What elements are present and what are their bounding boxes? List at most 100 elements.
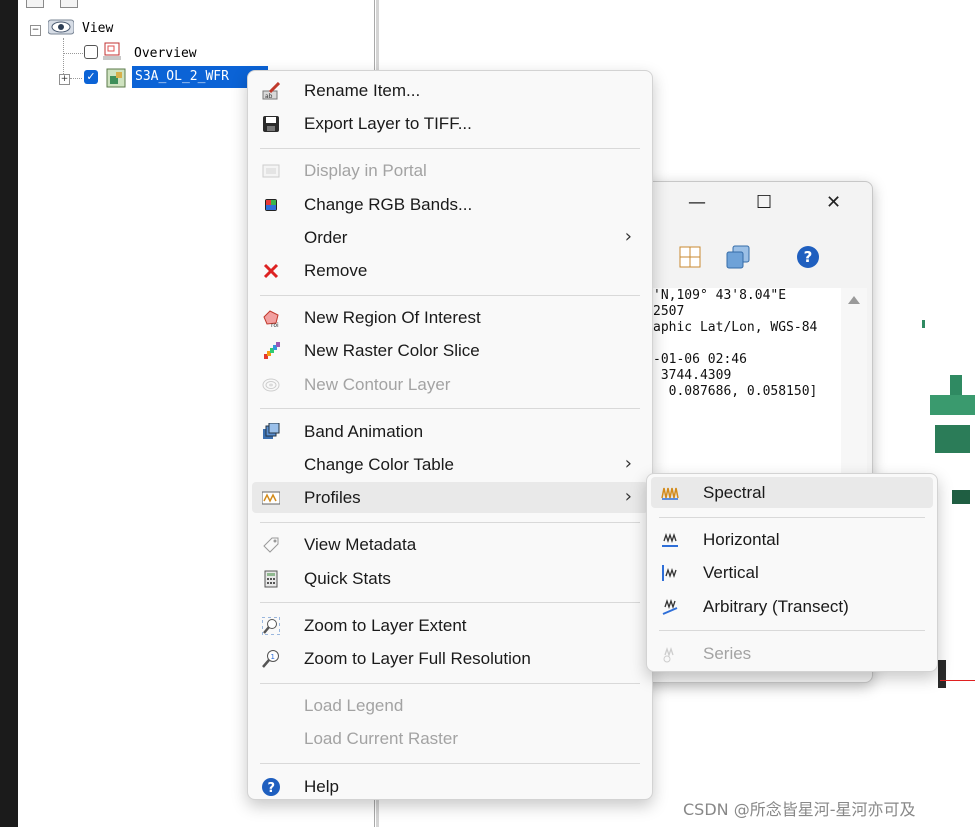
close-button[interactable]: ✕: [826, 192, 841, 213]
menu-item-arbitrary-transect[interactable]: Arbitrary (Transect): [651, 591, 933, 622]
menu-item-label: Export Layer to TIFF...: [304, 114, 472, 134]
menu-item-remove[interactable]: Remove: [252, 255, 648, 286]
menu-item-spectral[interactable]: Spectral: [651, 477, 933, 508]
menu-item-label: Profiles: [304, 488, 361, 508]
spectral-icon: [661, 484, 679, 502]
overview-checkbox[interactable]: [84, 45, 98, 59]
map-pixel: [935, 425, 970, 453]
menu-separator: [260, 682, 640, 684]
menu-separator: [260, 763, 640, 765]
menu-item-change-color-table[interactable]: Change Color Table ›: [252, 449, 648, 480]
tree-line: [63, 53, 83, 54]
cursor-value-line: 3744.4309: [653, 368, 732, 383]
help-icon[interactable]: ?: [797, 246, 819, 268]
layer-checkbox[interactable]: ✓: [84, 70, 98, 84]
overview-label[interactable]: Overview: [134, 46, 197, 61]
menu-item-display-in-portal: Display in Portal: [252, 155, 648, 186]
zoom-full-res-icon: 1: [262, 650, 280, 668]
color-slice-icon: [262, 342, 280, 360]
chevron-right-icon: ›: [624, 225, 632, 247]
menu-item-view-metadata[interactable]: View Metadata: [252, 529, 648, 560]
menu-item-vertical[interactable]: Vertical: [651, 557, 933, 588]
calculator-icon: [262, 570, 280, 588]
help-icon: ?: [262, 777, 280, 796]
scroll-up-icon[interactable]: [848, 296, 860, 304]
svg-text:ab: ab: [265, 93, 273, 100]
menu-item-label: Zoom to Layer Full Resolution: [304, 649, 531, 668]
menu-item-label: Load Legend: [304, 696, 404, 716]
menu-separator: [260, 147, 640, 149]
cursor-value-line: aphic Lat/Lon, WGS-84: [653, 320, 818, 335]
rgb-bands-icon: [262, 196, 280, 214]
menu-item-quick-stats[interactable]: Quick Stats: [252, 563, 648, 594]
menu-item-label: Display in Portal: [304, 161, 427, 181]
cursor-value-line: 0.087686, 0.058150]: [653, 384, 818, 399]
layers-icon[interactable]: [725, 244, 751, 270]
collapse-icon[interactable]: −: [30, 25, 41, 36]
rename-icon: ab: [262, 81, 281, 100]
menu-item-horizontal[interactable]: Horizontal: [651, 524, 933, 555]
minimize-button[interactable]: —: [688, 192, 706, 213]
remove-x-icon: [262, 262, 280, 280]
svg-text:1: 1: [271, 653, 275, 661]
maximize-button[interactable]: ☐: [756, 192, 772, 213]
layer-context-menu: ab Rename Item... Export Layer to TIFF... D…: [247, 70, 653, 800]
menu-item-change-rgb-bands[interactable]: Change RGB Bands...: [252, 189, 648, 220]
profiles-icon: [261, 489, 281, 507]
raster-layer-icon: [106, 68, 126, 88]
menu-item-label: Help: [304, 776, 339, 796]
contour-icon: [262, 376, 280, 394]
menu-item-label: New Region Of Interest: [304, 308, 481, 328]
menu-item-label: New Contour Layer: [304, 374, 451, 394]
cursor-value-line: 'N,109° 43'8.04"E: [653, 288, 787, 303]
menu-item-new-region-of-interest[interactable]: roi New Region Of Interest: [252, 302, 648, 333]
transect-icon: [661, 598, 679, 616]
menu-item-label: View Metadata: [304, 535, 417, 555]
menu-item-label: Vertical: [703, 563, 759, 583]
menu-item-rename-item[interactable]: ab Rename Item...: [252, 75, 648, 106]
band-animation-icon: [262, 422, 280, 441]
menu-item-label: Zoom to Layer Extent: [304, 615, 467, 635]
map-pixel: [922, 320, 925, 328]
menu-item-label: Quick Stats: [304, 568, 391, 588]
tree-toolbar-button[interactable]: [60, 0, 78, 8]
chevron-right-icon: ›: [624, 486, 632, 508]
map-cursor-line: [940, 680, 975, 681]
menu-item-load-current-raster: Load Current Raster: [252, 723, 648, 754]
menu-item-new-contour-layer: New Contour Layer: [252, 369, 648, 400]
menu-item-series: Series: [651, 638, 933, 669]
menu-item-label: Change RGB Bands...: [304, 194, 473, 214]
expand-icon[interactable]: +: [59, 74, 70, 85]
window-left-edge: [0, 0, 18, 827]
tree-toolbar-button[interactable]: [26, 0, 44, 8]
menu-item-load-legend: Load Legend: [252, 690, 648, 721]
menu-item-export-layer-to-tiff[interactable]: Export Layer to TIFF...: [252, 108, 648, 139]
menu-separator: [260, 294, 640, 296]
menu-item-label: Arbitrary (Transect): [703, 596, 849, 616]
cursor-value-line: 2507: [653, 304, 685, 319]
svg-text:?: ?: [268, 781, 276, 796]
vertical-profile-icon: [661, 564, 679, 582]
watermark-text: CSDN @所念皆星河-星河亦可及: [683, 800, 916, 819]
menu-item-zoom-to-layer-full-resolution[interactable]: 1 Zoom to Layer Full Resolution: [252, 643, 648, 674]
menu-item-label: Order: [304, 227, 348, 247]
grid-icon[interactable]: [679, 246, 701, 268]
menu-separator: [260, 602, 640, 604]
menu-item-order[interactable]: Order ›: [252, 222, 648, 253]
menu-separator: [659, 630, 925, 632]
menu-item-profiles[interactable]: Profiles ›: [252, 482, 648, 514]
map-pixel: [930, 395, 975, 415]
menu-item-band-animation[interactable]: Band Animation: [252, 416, 648, 447]
menu-item-label: Series: [703, 643, 752, 663]
save-disk-icon: [262, 115, 280, 133]
menu-separator: [659, 516, 925, 518]
menu-item-new-raster-color-slice[interactable]: New Raster Color Slice: [252, 335, 648, 366]
menu-item-zoom-to-layer-extent[interactable]: Zoom to Layer Extent: [252, 610, 648, 641]
menu-item-label: New Raster Color Slice: [304, 341, 480, 361]
menu-item-help[interactable]: ? Help: [252, 771, 648, 802]
chevron-right-icon: ›: [624, 453, 632, 474]
overview-icon: [103, 42, 121, 60]
map-pixel: [938, 660, 946, 688]
tree-root-label[interactable]: View: [82, 21, 113, 36]
zoom-extent-icon: [261, 616, 281, 636]
